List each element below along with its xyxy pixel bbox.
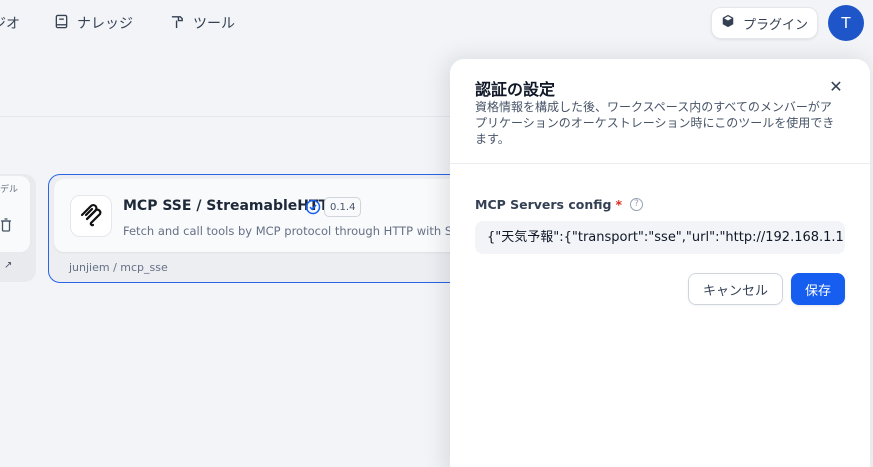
mcp-config-input[interactable]: {"天気予報":{"transport":"sse","url":"http:/… [475, 221, 845, 254]
plugins-button[interactable]: プラグイン [711, 7, 818, 39]
nav-item-studio[interactable]: ジオ [0, 12, 20, 34]
required-mark: * [615, 197, 623, 212]
content-divider [0, 116, 450, 117]
nav-item-tools[interactable]: ツール [170, 12, 235, 34]
tool-author: junjiem / mcp_sse [69, 261, 168, 274]
version-badge: 0.1.4 [324, 197, 362, 217]
nav-item-knowledge[interactable]: ナレッジ [54, 12, 133, 34]
modal-divider [450, 163, 870, 164]
plugins-label: プラグイン [742, 17, 808, 33]
arrow-up-right-icon[interactable]: ↗ [4, 260, 12, 271]
nav-item-label: ナレッジ [77, 16, 133, 32]
help-icon[interactable]: ? [630, 198, 644, 211]
avatar[interactable]: T [828, 5, 864, 41]
cancel-button[interactable]: キャンセル [688, 273, 783, 305]
verified-check-icon [305, 199, 321, 215]
modal-title: 認証の設定 [475, 80, 556, 99]
nav-item-label: ツール [193, 16, 235, 32]
cube-icon [721, 14, 735, 32]
book-icon [54, 14, 69, 33]
tool-card-mcp-sse[interactable]: MCP SSE / StreamableHTTP 0.1.4 Fetch and… [48, 174, 474, 283]
save-button[interactable]: 保存 [791, 273, 845, 305]
nav-item-label: ジオ [0, 16, 20, 32]
mcp-config-label-text: MCP Servers config [475, 197, 612, 212]
hammer-icon [170, 14, 185, 33]
modal-description: 資格情報を構成した後、ワークスペース内のすべてのメンバーがアプリケーションのオー… [475, 100, 835, 146]
tool-description: Fetch and call tools by MCP protocol thr… [123, 224, 463, 238]
provider-card-tag: デル [0, 185, 19, 195]
close-icon[interactable]: ✕ [828, 79, 844, 95]
provider-card-partial[interactable]: デル ↗ [0, 174, 36, 282]
mcp-logo-icon [70, 195, 112, 237]
tool-card-body: MCP SSE / StreamableHTTP 0.1.4 Fetch and… [54, 179, 474, 252]
top-navigation: ジオ ナレッジ ツール プラグイン T [0, 0, 873, 52]
mcp-config-label: MCP Servers config * ? [475, 197, 644, 212]
auth-settings-modal: 認証の設定 ✕ 資格情報を構成した後、ワークスペース内のすべてのメンバーがアプリ… [450, 59, 870, 467]
trash-icon[interactable] [0, 218, 12, 232]
